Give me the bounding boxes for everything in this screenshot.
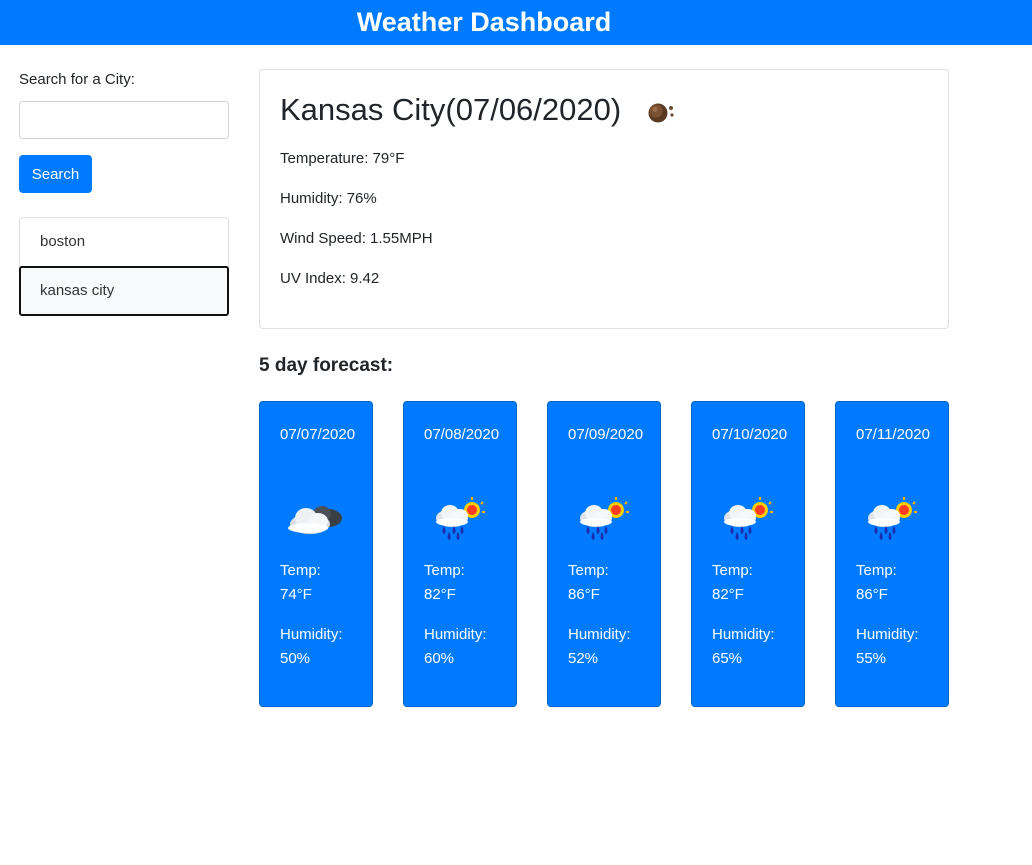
current-humidity: Humidity: 76% xyxy=(280,190,377,207)
rain-sun-icon xyxy=(868,497,917,540)
current-temperature: Temperature: 79°F xyxy=(280,150,405,167)
forecast-date: 07/10/2020 xyxy=(712,426,788,443)
cloudy-night-icon xyxy=(288,506,342,534)
forecast-date: 07/08/2020 xyxy=(424,426,500,443)
navbar: Weather Dashboard xyxy=(0,0,1032,45)
forecast-date: 07/07/2020 xyxy=(280,426,356,443)
city-search-input[interactable] xyxy=(19,101,229,139)
forecast-temp: 74°F xyxy=(280,586,312,603)
rain-sun-icon xyxy=(724,497,773,540)
forecast-humidity-label: Humidity: xyxy=(712,626,775,643)
forecast-temp: 86°F xyxy=(568,586,600,603)
forecast-temp-label: Temp: xyxy=(856,562,897,579)
history-item-boston[interactable]: boston xyxy=(19,217,229,267)
forecast-temp-label: Temp: xyxy=(424,562,465,579)
forecast-card: 07/09/2020 Temp: 86°F Humidity: 52% xyxy=(547,401,661,707)
forecast-humidity: 65% xyxy=(712,650,743,667)
current-city-title: Kansas City(07/06/2020) xyxy=(280,92,622,127)
forecast-humidity: 50% xyxy=(280,650,311,667)
forecast-temp: 86°F xyxy=(856,586,888,603)
rain-sun-icon xyxy=(580,497,629,540)
search-history-list: boston kansas city xyxy=(19,217,229,316)
forecast-temp: 82°F xyxy=(712,586,744,603)
forecast-humidity: 60% xyxy=(424,650,455,667)
history-item-kansas-city[interactable]: kansas city xyxy=(19,266,229,316)
search-label: Search for a City: xyxy=(19,71,135,88)
forecast-date: 07/09/2020 xyxy=(568,426,644,443)
forecast-temp-label: Temp: xyxy=(712,562,753,579)
forecast-temp-label: Temp: xyxy=(568,562,609,579)
current-weather-card: Kansas City(07/06/2020) Temperature: 79°… xyxy=(259,69,949,329)
forecast-card: 07/08/2020 Temp: 82°F Humidity: 60% xyxy=(403,401,517,707)
forecast-humidity-label: Humidity: xyxy=(856,626,919,643)
current-wind-speed: Wind Speed: 1.55MPH xyxy=(280,230,433,247)
forecast-humidity-label: Humidity: xyxy=(280,626,343,643)
forecast-card: 07/07/2020 Temp: 74°F Humidity: 50% xyxy=(259,401,373,707)
rain-sun-icon xyxy=(436,497,485,540)
forecast-humidity-label: Humidity: xyxy=(568,626,631,643)
forecast-temp-label: Temp: xyxy=(280,562,321,579)
forecast-card: 07/10/2020 Temp: 82°F Humidity: 65% xyxy=(691,401,805,707)
forecast-heading: 5 day forecast: xyxy=(259,355,394,376)
smoke-icon xyxy=(648,103,674,123)
forecast-humidity: 52% xyxy=(568,650,599,667)
forecast-temp: 82°F xyxy=(424,586,456,603)
page-title: Weather Dashboard xyxy=(356,7,612,37)
forecast-card: 07/11/2020 Temp: 86°F Humidity: 55% xyxy=(835,401,949,707)
forecast-humidity: 55% xyxy=(856,650,887,667)
forecast-humidity-label: Humidity: xyxy=(424,626,487,643)
search-button[interactable]: Search xyxy=(19,155,92,193)
forecast-date: 07/11/2020 xyxy=(856,426,930,443)
current-uv-index: UV Index: 9.42 xyxy=(280,270,380,287)
